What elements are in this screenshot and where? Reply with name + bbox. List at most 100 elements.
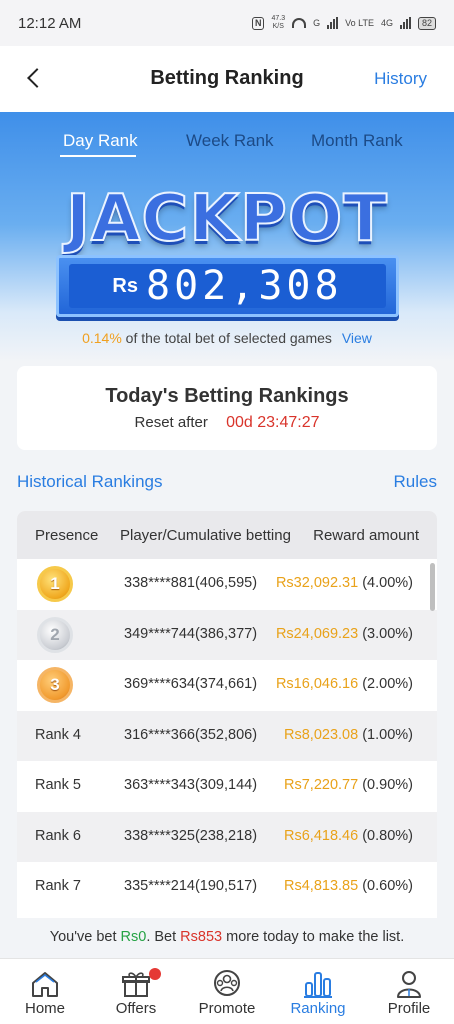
reward-percent: (2.00%) bbox=[362, 676, 413, 692]
reset-label: Reset after bbox=[134, 414, 208, 431]
rank-cell: Rank 5 bbox=[35, 777, 81, 793]
nav-ranking[interactable]: Ranking bbox=[273, 959, 363, 1024]
player-cell: 369****634(374,661) bbox=[124, 676, 258, 692]
speed-unit: K/S bbox=[272, 23, 284, 30]
home-icon bbox=[32, 972, 58, 997]
tab-day-rank[interactable]: Day Rank bbox=[63, 131, 138, 151]
reward-percent: (0.80%) bbox=[362, 827, 413, 844]
reward-amount: Rs8,023.08 bbox=[284, 726, 359, 743]
battery-icon: 82 bbox=[417, 16, 436, 30]
table-row: 1 338****881(406,595) Rs32,092.31 (4.00%… bbox=[17, 559, 437, 610]
jackpot-heading: JACKPOT bbox=[65, 181, 388, 257]
header-reward: Reward amount bbox=[313, 527, 419, 544]
table-row: 2 349****744(386,377) Rs24,069.23 (3.00%… bbox=[17, 609, 437, 660]
bottom-nav: Home Offers Promote Ranking Profile bbox=[0, 958, 454, 1024]
table-row: Rank 7 335****214(190,517) Rs4,813.85 (0… bbox=[17, 862, 437, 913]
reward-amount: Rs6,418.46 bbox=[284, 827, 359, 844]
reward-amount: Rs4,813.85 bbox=[284, 878, 359, 894]
player-cell: 338****881(406,595) bbox=[124, 575, 258, 591]
nav-offers[interactable]: Offers bbox=[91, 959, 181, 1024]
network-label-1: G bbox=[313, 18, 321, 28]
table-row: Rank 6 338****325(238,218) Rs6,418.46 (0… bbox=[17, 811, 437, 862]
status-time: 12:12 AM bbox=[18, 14, 82, 32]
wifi-icon bbox=[292, 18, 307, 28]
reward-cell: Rs32,092.31 (4.00%) bbox=[276, 575, 413, 591]
reward-cell: Rs4,813.85 (0.60%) bbox=[284, 878, 413, 894]
signal-icon-2 bbox=[399, 17, 411, 29]
table-row: Rank 5 363****343(309,144) Rs7,220.77 (0… bbox=[17, 761, 437, 812]
history-link[interactable]: History bbox=[374, 69, 427, 89]
bet-note-text-1: You've bet bbox=[49, 929, 121, 945]
speed-value: 47.3 bbox=[271, 15, 286, 22]
status-icons: N 47.3 K/S G Vo LTE 4G 82 bbox=[251, 15, 436, 31]
reward-percent: (3.00%) bbox=[362, 625, 413, 642]
tab-week-rank[interactable]: Week Rank bbox=[186, 131, 274, 151]
jackpot-amount: 802,308 bbox=[146, 263, 343, 309]
bronze-medal-icon: 3 bbox=[37, 667, 73, 703]
header-player: Player/Cumulative betting bbox=[120, 527, 291, 544]
reward-percent: (0.90%) bbox=[362, 777, 413, 793]
reward-cell: Rs8,023.08 (1.00%) bbox=[284, 727, 413, 743]
header-presence: Presence bbox=[35, 527, 99, 544]
jackpot-description: 0.14% of the total bet of selected games… bbox=[0, 330, 454, 346]
ranking-icon bbox=[304, 972, 332, 998]
today-rankings-card: Today's Betting Rankings Reset after 00d… bbox=[17, 366, 437, 450]
active-tab-indicator bbox=[60, 155, 136, 157]
player-cell: 349****744(386,377) bbox=[124, 625, 258, 642]
table-header: Presence Player/Cumulative betting Rewar… bbox=[17, 511, 437, 559]
nav-profile[interactable]: Profile bbox=[364, 959, 454, 1024]
nav-promote[interactable]: Promote bbox=[182, 959, 272, 1024]
app-header: Betting Ranking History bbox=[0, 46, 454, 112]
bet-amount: Rs0 bbox=[120, 929, 147, 945]
reward-amount: Rs32,092.31 bbox=[275, 575, 359, 591]
nav-home[interactable]: Home bbox=[0, 959, 90, 1024]
profile-icon bbox=[397, 971, 421, 998]
rank-cell: Rank 7 bbox=[35, 878, 81, 894]
network-speed: 47.3 K/S bbox=[271, 15, 285, 31]
rank-cell: Rank 6 bbox=[35, 827, 81, 844]
bet-note-text-2: . Bet bbox=[146, 929, 181, 945]
reward-amount: Rs16,046.16 bbox=[275, 676, 359, 692]
bet-status-note: You've bet Rs0. Bet Rs853 more today to … bbox=[0, 920, 454, 956]
jackpot-hero: Day Rank Week Rank Month Rank JACKPOT Rs… bbox=[0, 112, 454, 362]
bet-note-text-3: more today to make the list. bbox=[222, 929, 405, 945]
nav-offers-label: Offers bbox=[115, 1000, 157, 1017]
status-bar: 12:12 AM N 47.3 K/S G Vo LTE 4G 82 bbox=[0, 0, 454, 46]
reward-amount: Rs24,069.23 bbox=[275, 625, 359, 642]
rules-link[interactable]: Rules bbox=[394, 472, 437, 492]
table-scrollbar[interactable] bbox=[430, 563, 435, 611]
ranking-table[interactable]: Presence Player/Cumulative betting Rewar… bbox=[17, 511, 437, 918]
promote-icon bbox=[214, 970, 240, 996]
nav-home-label: Home bbox=[24, 1000, 65, 1017]
offers-badge bbox=[149, 968, 161, 980]
rank-cell: Rank 4 bbox=[35, 726, 81, 743]
jackpot-desc-text: of the total bet of selected games bbox=[125, 330, 332, 346]
jackpot-board: Rs 802,308 bbox=[56, 255, 399, 317]
reward-cell: Rs24,069.23 (3.00%) bbox=[276, 626, 413, 642]
jackpot-percent: 0.14% bbox=[82, 330, 122, 346]
network-label-2: Vo LTE bbox=[345, 18, 374, 28]
view-link[interactable]: View bbox=[342, 330, 372, 346]
tab-month-rank[interactable]: Month Rank bbox=[311, 131, 403, 151]
player-cell: 363****343(309,144) bbox=[124, 777, 258, 793]
table-row: Rank 4 316****366(352,806) Rs8,023.08 (1… bbox=[17, 710, 437, 761]
signal-icon bbox=[327, 17, 339, 29]
reward-cell: Rs7,220.77 (0.90%) bbox=[284, 777, 413, 793]
jackpot-display: Rs 802,308 bbox=[69, 263, 386, 309]
jackpot-currency: Rs bbox=[112, 274, 138, 297]
nav-profile-label: Profile bbox=[387, 1000, 431, 1017]
gift-icon bbox=[122, 972, 150, 997]
reward-amount: Rs7,220.77 bbox=[284, 777, 359, 793]
reward-percent: (4.00%) bbox=[362, 575, 413, 591]
today-title: Today's Betting Rankings bbox=[105, 385, 349, 407]
silver-medal-icon: 2 bbox=[37, 616, 73, 653]
nav-promote-label: Promote bbox=[198, 1000, 256, 1017]
nfc-icon: N bbox=[251, 16, 265, 30]
reward-cell: Rs16,046.16 (2.00%) bbox=[276, 676, 413, 692]
historical-rankings-link[interactable]: Historical Rankings bbox=[17, 472, 163, 492]
reset-info: Reset after 00d 23:47:27 bbox=[17, 414, 437, 432]
gold-medal-icon: 1 bbox=[37, 566, 73, 602]
reward-cell: Rs6,418.46 (0.80%) bbox=[284, 828, 413, 844]
reward-percent: (1.00%) bbox=[362, 726, 413, 743]
player-cell: 335****214(190,517) bbox=[124, 878, 258, 894]
